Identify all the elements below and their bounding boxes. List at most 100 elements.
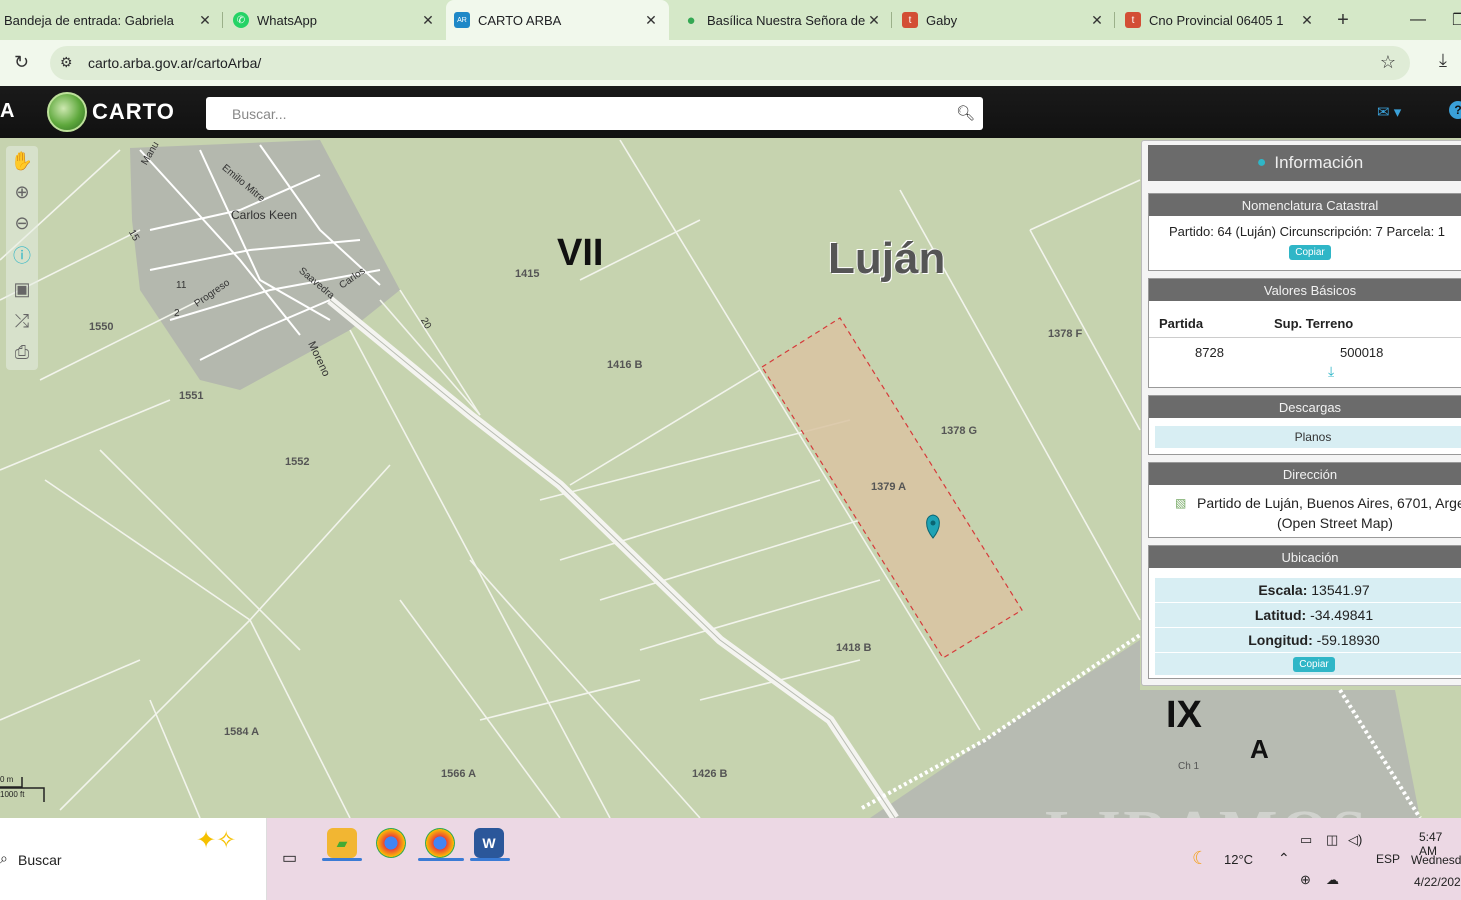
- parcel-label-selected: 1379 A: [871, 481, 907, 493]
- pan-hand-icon[interactable]: ✋: [9, 148, 35, 174]
- carto-logo-icon: [47, 92, 87, 132]
- copilot-sparkle-icon[interactable]: ✦✧: [196, 826, 236, 855]
- section-header: Valores Básicos: [1149, 279, 1461, 301]
- address-row: ↻ ⚙ carto.arba.gov.ar/cartoArba/ ☆ ⤓: [0, 40, 1461, 86]
- restore-icon[interactable]: ❐: [1452, 0, 1461, 40]
- site-info-icon[interactable]: ⚙: [60, 54, 73, 71]
- tab-whatsapp[interactable]: ✆ WhatsApp ✕: [223, 0, 446, 40]
- zoom-out-icon[interactable]: ⊖: [9, 210, 35, 236]
- latitud-value: -34.49841: [1310, 607, 1374, 623]
- tab-title: Bandeja de entrada: Gabriela: [4, 12, 174, 28]
- cloud-offline-icon[interactable]: ☁: [1326, 872, 1339, 888]
- parcel-label: 1416 B: [607, 359, 643, 371]
- parcel-label: Ch 1: [1178, 761, 1200, 772]
- section-header: Descargas: [1149, 396, 1461, 418]
- volume-icon[interactable]: ◁): [1348, 832, 1362, 848]
- taskbar-search[interactable]: ⌕ Buscar ✦✧: [0, 818, 267, 900]
- search-icon: ⌕: [0, 850, 8, 866]
- tumblr-icon: t: [902, 12, 918, 28]
- parcel-label: 1551: [179, 390, 204, 402]
- close-icon[interactable]: ✕: [643, 12, 659, 29]
- copy-button[interactable]: Copiar: [1289, 245, 1331, 260]
- tab-title: WhatsApp: [257, 12, 317, 28]
- close-icon[interactable]: ✕: [1299, 12, 1315, 29]
- nomenclatura-text: Partido: 64 (Luján) Circunscripción: 7 P…: [1169, 224, 1446, 239]
- planos-link[interactable]: Planos: [1155, 426, 1461, 448]
- zoom-in-icon[interactable]: ⊕: [9, 179, 35, 205]
- parcel-label: 1550: [89, 321, 114, 333]
- url-text[interactable]: carto.arba.gov.ar/cartoArba/: [88, 55, 261, 71]
- scale-imperial: 1000 ft: [0, 790, 25, 799]
- escala-row: Escala: 13541.97: [1155, 578, 1461, 602]
- tab-gaby[interactable]: t Gaby ✕: [892, 0, 1115, 40]
- descargas-section: Descargas Planos: [1148, 395, 1461, 455]
- copy-button[interactable]: Copiar: [1293, 657, 1335, 672]
- address-bar[interactable]: ⚙ carto.arba.gov.ar/cartoArba/ ☆: [50, 46, 1410, 80]
- minimize-icon[interactable]: —: [1410, 0, 1426, 40]
- language-indicator[interactable]: ESP: [1376, 852, 1400, 866]
- maps-pin-icon: ●: [686, 11, 696, 29]
- close-icon[interactable]: ✕: [420, 12, 436, 29]
- parcel-label: 1584 A: [224, 726, 260, 738]
- task-view-icon[interactable]: ▭: [282, 848, 297, 868]
- zone-label-a: A: [1250, 734, 1269, 764]
- watermark: LJRAMOS: [1045, 798, 1369, 818]
- section-label-ix: IX: [1166, 694, 1202, 736]
- download-icon[interactable]: ⤓: [1439, 50, 1447, 71]
- mail-icon[interactable]: ✉ ▾: [1377, 103, 1401, 121]
- print-icon[interactable]: ⎙: [9, 339, 35, 365]
- close-icon[interactable]: ✕: [197, 12, 213, 29]
- direccion-section: Dirección ▧ Partido de Luján, Buenos Air…: [1148, 462, 1461, 538]
- tab-title: Cno Provincial 06405 1: [1149, 12, 1284, 28]
- file-explorer-icon[interactable]: ▰: [327, 828, 357, 858]
- reload-icon[interactable]: ↻: [14, 52, 29, 73]
- column-header: Partida: [1159, 316, 1204, 331]
- download-icon[interactable]: ⤓: [1328, 363, 1334, 380]
- chevron-up-icon[interactable]: ⌃: [1278, 850, 1290, 867]
- word-icon[interactable]: W: [474, 828, 504, 858]
- taskbar: ⌕ Buscar ✦✧ ▭ ▰ W ☾ 12°C ⌃ ▭ ◫ ◁) ⊕ ☁ ES…: [0, 818, 1461, 900]
- battery-icon[interactable]: ▭: [1300, 832, 1312, 848]
- info-panel-title: Información: [1274, 153, 1364, 172]
- longitud-row: Longitud: -59.18930: [1155, 628, 1461, 652]
- search-icon[interactable]: 🔍︎: [956, 104, 975, 122]
- section-header: Ubicación: [1149, 546, 1461, 568]
- partida-value: 8728: [1195, 345, 1224, 360]
- direccion-line: Partido de Luján, Buenos Aires, 6701, Ar…: [1197, 495, 1461, 511]
- tab-gmail[interactable]: Bandeja de entrada: Gabriela ✕: [0, 0, 223, 40]
- info-icon[interactable]: ⓘ: [9, 242, 35, 268]
- bookmark-star-icon[interactable]: ☆: [1380, 52, 1396, 73]
- new-tab-button[interactable]: +: [1325, 0, 1361, 40]
- arba-icon: AR: [454, 12, 470, 28]
- tab-basilica[interactable]: ● Basílica Nuestra Señora de L ✕: [669, 0, 892, 40]
- weather-temp[interactable]: 12°C: [1224, 852, 1253, 867]
- info-panel-header: ● Información: [1148, 145, 1461, 181]
- parcel-label: 1378 F: [1048, 328, 1083, 340]
- taskbar-search-label[interactable]: Buscar: [18, 852, 62, 868]
- select-area-icon[interactable]: ▣: [9, 276, 35, 302]
- network-globe-icon[interactable]: ⊕: [1300, 872, 1311, 888]
- chrome-profile-icon[interactable]: [425, 828, 455, 858]
- whatsapp-icon: ✆: [233, 12, 249, 28]
- help-icon[interactable]: ?: [1449, 101, 1461, 119]
- superficie-value: 500018: [1340, 345, 1384, 360]
- measure-icon[interactable]: ⤮: [9, 308, 35, 334]
- section-label-vii: VII: [557, 232, 604, 274]
- close-icon[interactable]: ✕: [1089, 12, 1105, 29]
- parcel-label: 1418 B: [836, 642, 872, 654]
- escala-label: Escala:: [1258, 582, 1308, 598]
- close-icon[interactable]: ✕: [866, 12, 882, 29]
- search-input[interactable]: Buscar...: [232, 106, 286, 122]
- street-label: 2: [174, 308, 180, 319]
- tumblr-icon: t: [1125, 12, 1141, 28]
- section-header: Dirección: [1149, 463, 1461, 485]
- escala-value: 13541.97: [1311, 582, 1370, 598]
- latitud-label: Latitud:: [1254, 607, 1307, 623]
- tab-cno-provincial[interactable]: t Cno Provincial 06405 1 ✕: [1115, 0, 1325, 40]
- map-icon: ▧: [1175, 496, 1187, 510]
- street-label: 11: [176, 280, 187, 291]
- camera-icon[interactable]: ◫: [1326, 832, 1338, 848]
- chrome-icon[interactable]: [376, 828, 406, 858]
- search-box[interactable]: Buscar... 🔍︎: [206, 97, 983, 130]
- tab-carto-arba[interactable]: AR CARTO ARBA ✕: [446, 0, 669, 40]
